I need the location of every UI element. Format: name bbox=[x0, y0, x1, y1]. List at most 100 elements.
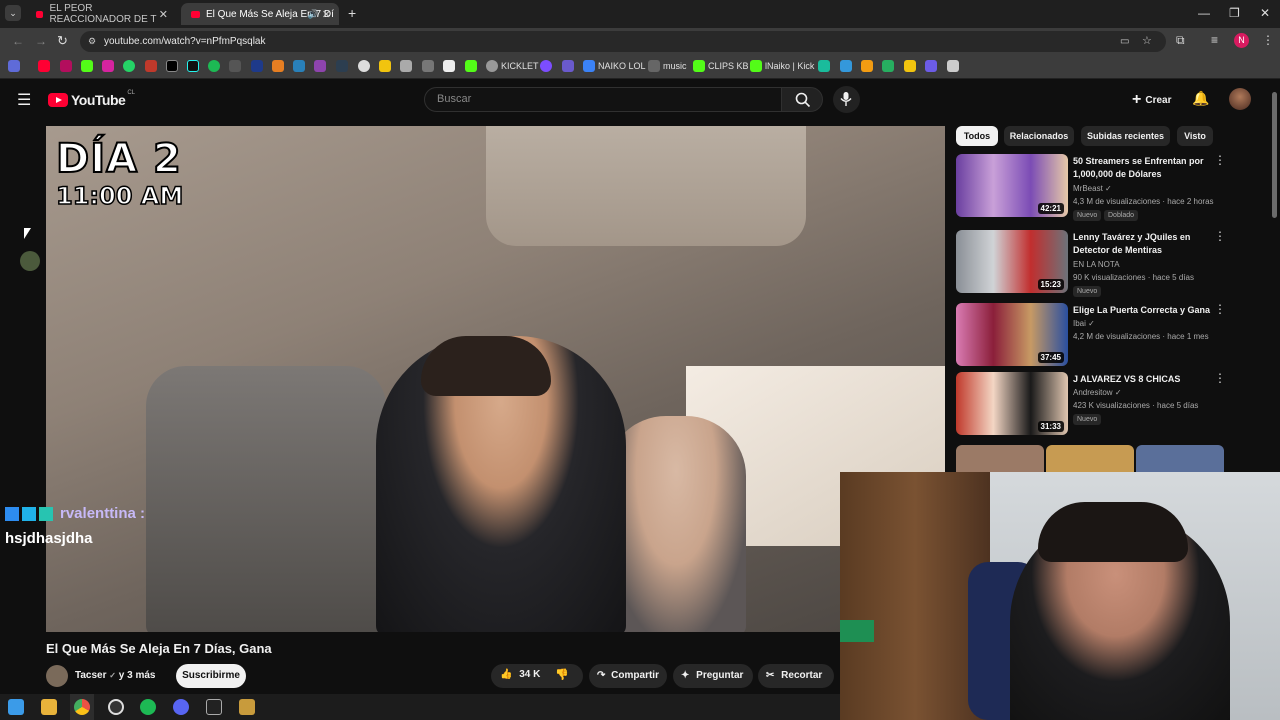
new-tab-button[interactable]: + bbox=[348, 5, 356, 21]
channel-avatar[interactable] bbox=[46, 665, 68, 687]
bookmark-icon[interactable] bbox=[562, 60, 574, 72]
bookmark-icon[interactable] bbox=[293, 60, 305, 72]
bookmark-tiktok-icon[interactable] bbox=[187, 60, 199, 72]
back-icon[interactable]: ← bbox=[12, 34, 24, 48]
bookmark-icon[interactable] bbox=[422, 60, 434, 72]
bookmark-icon[interactable] bbox=[840, 60, 852, 72]
video-player[interactable]: DÍA 2 11:00 AM bbox=[46, 126, 945, 632]
audio-playing-icon[interactable]: 🔊 bbox=[308, 9, 319, 20]
bookmark-icon[interactable] bbox=[947, 60, 959, 72]
bookmark-x-icon[interactable] bbox=[166, 60, 178, 72]
recommendation-item[interactable]: 37:45 Elige La Puerta Correcta y Gana Ib… bbox=[956, 303, 1226, 366]
channel-name[interactable]: Tacser ✓ y 3 más bbox=[75, 670, 155, 681]
start-menu-icon[interactable] bbox=[8, 699, 24, 715]
recommendation-item[interactable]: 15:23 Lenny Tavárez y JQuiles en Detecto… bbox=[956, 230, 1226, 297]
bookmark-icon[interactable] bbox=[465, 60, 477, 72]
recommendation-channel[interactable]: EN LA NOTA bbox=[1073, 260, 1120, 269]
more-options-icon[interactable]: ⋮ bbox=[1214, 230, 1226, 242]
bookmark-music-icon[interactable] bbox=[648, 60, 660, 72]
bookmark-music[interactable]: music bbox=[663, 61, 687, 71]
recommendation-channel[interactable]: Ibai ✓ bbox=[1073, 319, 1095, 328]
site-info-icon[interactable]: ⚙ bbox=[88, 31, 96, 52]
address-bar[interactable]: ⚙ youtube.com/watch?v=nPfmPqsqlak ▭ ☆ bbox=[80, 31, 1166, 52]
close-tab-icon[interactable]: ✕ bbox=[322, 8, 331, 21]
media-control-icon[interactable]: ≡ bbox=[1211, 33, 1218, 47]
close-tab-icon[interactable]: ✕ bbox=[159, 8, 168, 21]
bookmark-whatsapp-icon[interactable] bbox=[123, 60, 135, 72]
bookmark-spotify-icon[interactable] bbox=[208, 60, 220, 72]
share-button[interactable]: ↷ Compartir bbox=[589, 664, 667, 688]
recommendation-thumbnail[interactable]: 31:33 bbox=[956, 372, 1068, 435]
recommendation-title[interactable]: J ALVAREZ VS 8 CHICAS bbox=[1073, 373, 1211, 386]
bookmark-naiko-icon[interactable] bbox=[583, 60, 595, 72]
bookmark-icon[interactable] bbox=[314, 60, 326, 72]
bookmark-icon[interactable] bbox=[336, 60, 348, 72]
bookmark-icon[interactable] bbox=[443, 60, 455, 72]
account-avatar[interactable] bbox=[1229, 88, 1251, 110]
youtube-logo[interactable]: YouTube CL bbox=[48, 90, 135, 108]
chip-recent-uploads[interactable]: Subidas recientes bbox=[1081, 126, 1170, 146]
bookmark-youtube-icon[interactable] bbox=[38, 60, 50, 72]
subscribe-button[interactable]: Suscribirme bbox=[176, 664, 246, 688]
chrome-menu-icon[interactable]: ⋮ bbox=[1262, 33, 1274, 47]
bookmark-star-icon[interactable]: ☆ bbox=[1142, 31, 1152, 52]
bookmark-kick-icon[interactable] bbox=[81, 60, 93, 72]
bookmark-icon[interactable] bbox=[358, 60, 370, 72]
chip-watched[interactable]: Visto bbox=[1177, 126, 1213, 146]
more-options-icon[interactable]: ⋮ bbox=[1214, 372, 1226, 384]
chip-all[interactable]: Todos bbox=[956, 126, 998, 146]
reload-icon[interactable]: ↻ bbox=[57, 33, 68, 49]
browser-tab-2[interactable]: El Que Más Se Aleja En 7 Dí 🔊 ✕ bbox=[181, 3, 339, 25]
ask-button[interactable]: ✦ Preguntar bbox=[673, 664, 753, 688]
bookmark-icon[interactable] bbox=[400, 60, 412, 72]
bookmark-icon[interactable] bbox=[379, 60, 391, 72]
bookmark-naiko-kick[interactable]: lNaiko | Kick bbox=[765, 61, 814, 71]
bookmark-naiko-lol[interactable]: NAIKO LOL bbox=[598, 61, 646, 71]
search-button[interactable] bbox=[781, 87, 823, 112]
bookmark-icon[interactable] bbox=[818, 60, 830, 72]
bookmark-kicklet[interactable]: KICKLET bbox=[501, 61, 539, 71]
bookmark-icon[interactable] bbox=[882, 60, 894, 72]
recommendation-channel[interactable]: Andresitow ✓ bbox=[1073, 388, 1122, 397]
like-button[interactable]: 👍 34 K bbox=[500, 669, 540, 680]
browser-tab-1[interactable]: EL PEOR REACCIONADOR DE T ✕ bbox=[26, 3, 176, 25]
clip-button[interactable]: ✂ Recortar bbox=[758, 664, 834, 688]
recommendation-thumbnail[interactable]: 15:23 bbox=[956, 230, 1068, 293]
recommendation-item[interactable]: 31:33 J ALVAREZ VS 8 CHICAS Andresitow ✓… bbox=[956, 372, 1226, 435]
recommendation-item[interactable]: 42:21 50 Streamers se Enfrentan por 1,00… bbox=[956, 154, 1226, 222]
recommendation-thumbnail[interactable] bbox=[1136, 445, 1224, 472]
tab-search-button[interactable]: ⌄ bbox=[5, 5, 21, 21]
dislike-button[interactable]: 👎 bbox=[555, 668, 569, 681]
bookmark-icon[interactable] bbox=[272, 60, 284, 72]
create-button[interactable]: + Crear bbox=[1126, 88, 1177, 112]
chip-related[interactable]: Relacionados bbox=[1004, 126, 1074, 146]
recommendation-title[interactable]: Lenny Tavárez y JQuiles en Detector de M… bbox=[1073, 231, 1211, 257]
recommendation-channel[interactable]: MrBeast ✓ bbox=[1073, 184, 1112, 193]
league-icon[interactable] bbox=[239, 699, 255, 715]
restore-window-icon[interactable]: ❐ bbox=[1229, 6, 1240, 20]
minimize-window-icon[interactable]: — bbox=[1198, 6, 1210, 20]
apps-grid-icon[interactable] bbox=[8, 60, 20, 72]
extensions-icon[interactable]: ⧉ bbox=[1176, 33, 1185, 48]
bookmark-icon[interactable] bbox=[861, 60, 873, 72]
bookmark-clips-kb[interactable]: CLIPS KB bbox=[708, 61, 749, 71]
bookmark-icon[interactable] bbox=[229, 60, 241, 72]
app-icon[interactable] bbox=[206, 699, 222, 715]
obs-icon[interactable] bbox=[108, 699, 124, 715]
discord-icon[interactable] bbox=[173, 699, 189, 715]
hamburger-menu-icon[interactable]: ☰ bbox=[17, 90, 31, 110]
page-scrollbar[interactable] bbox=[1272, 92, 1277, 218]
search-input[interactable]: Buscar bbox=[424, 87, 782, 112]
profile-avatar[interactable]: N bbox=[1234, 33, 1249, 48]
file-explorer-icon[interactable] bbox=[41, 699, 57, 715]
bookmark-instagram-icon[interactable] bbox=[102, 60, 114, 72]
bookmark-icon[interactable] bbox=[925, 60, 937, 72]
more-options-icon[interactable]: ⋮ bbox=[1214, 154, 1226, 166]
voice-search-button[interactable] bbox=[833, 86, 860, 113]
recommendation-title[interactable]: 50 Streamers se Enfrentan por 1,000,000 … bbox=[1073, 155, 1211, 181]
bookmark-icon[interactable] bbox=[540, 60, 552, 72]
bookmark-icon[interactable] bbox=[904, 60, 916, 72]
bookmark-kick-icon[interactable] bbox=[750, 60, 762, 72]
recommendation-title[interactable]: Elige La Puerta Correcta y Gana bbox=[1073, 304, 1211, 317]
more-options-icon[interactable]: ⋮ bbox=[1214, 303, 1226, 315]
